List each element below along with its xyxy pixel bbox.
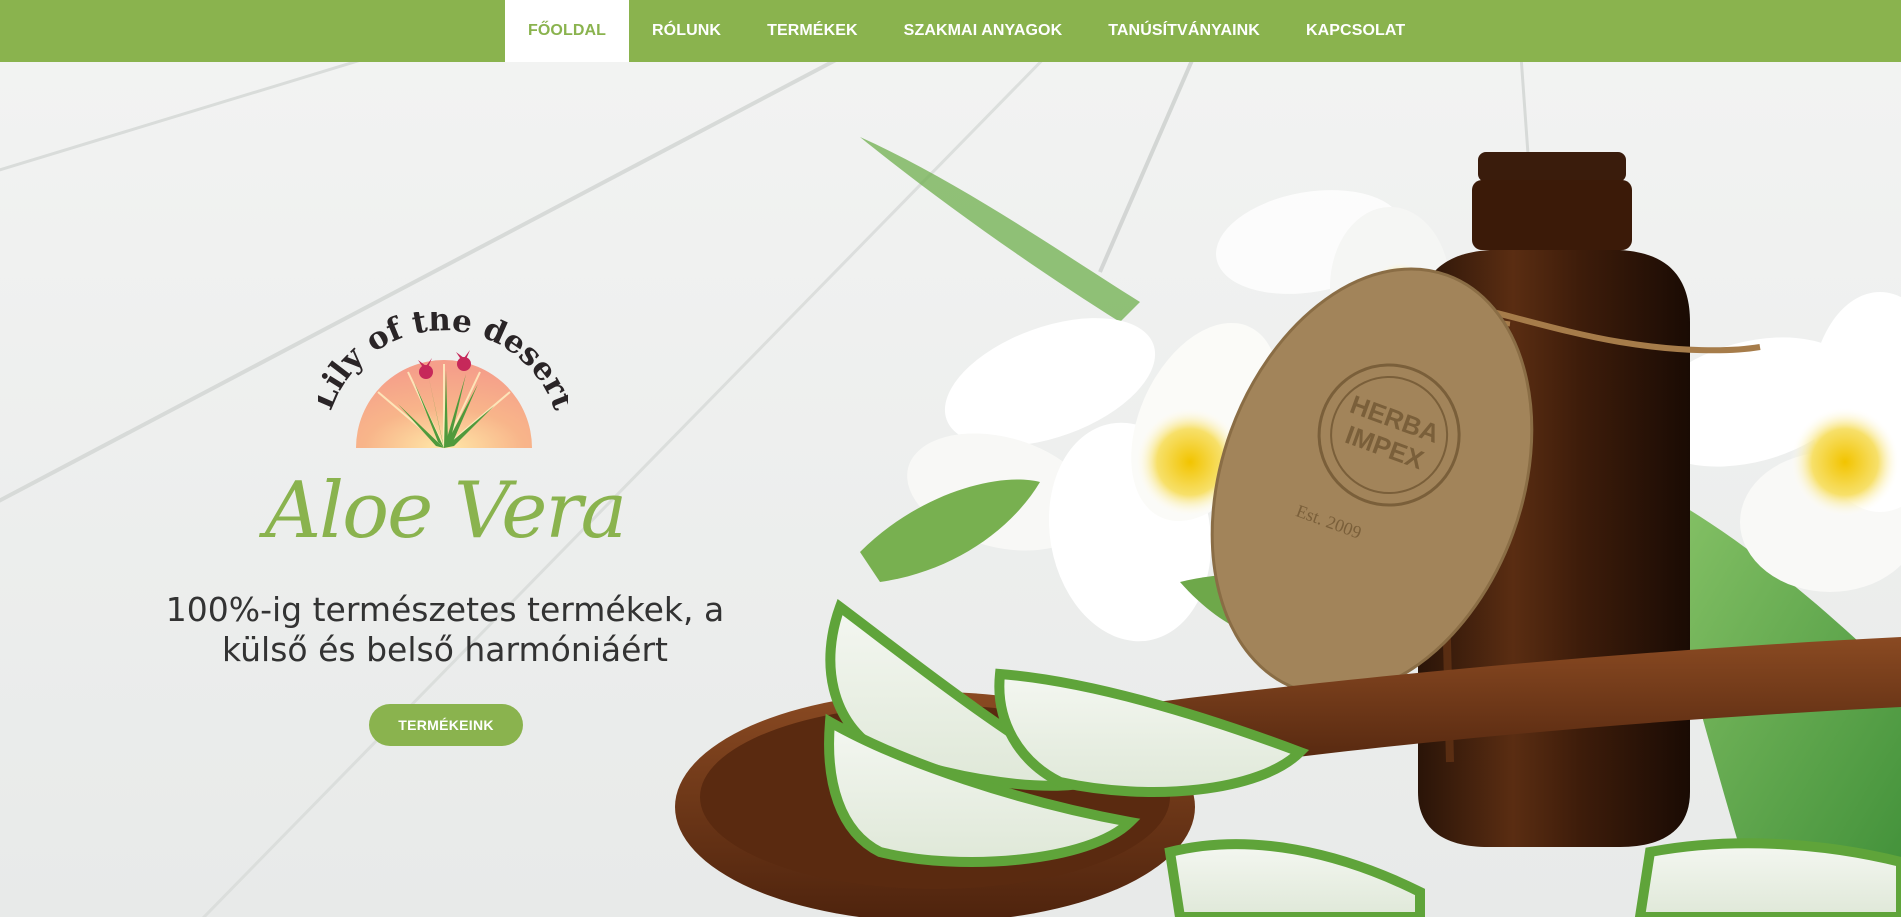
nav-item-about[interactable]: RÓLUNK: [629, 0, 744, 62]
hero-headline: Aloe Vera: [264, 466, 627, 556]
nav-item-contact[interactable]: KAPCSOLAT: [1283, 0, 1428, 62]
top-navigation: FŐOLDAL RÓLUNK TERMÉKEK SZAKMAI ANYAGOK …: [0, 0, 1901, 62]
nav-item-certificates[interactable]: TANÚSÍTVÁNYAINK: [1085, 0, 1283, 62]
products-cta-button[interactable]: TERMÉKEINK: [369, 704, 523, 746]
brand-logo[interactable]: Lily of the desert: [305, 302, 582, 452]
hero-tagline: 100%-ig természetes termékek, a külső és…: [150, 590, 740, 670]
aloe-sunrise-logo-icon: Lily of the desert: [305, 302, 582, 449]
nav-item-professional-materials[interactable]: SZAKMAI ANYAGOK: [881, 0, 1086, 62]
nav-item-home[interactable]: FŐOLDAL: [505, 0, 630, 62]
hero-tagline-line-1: 100%-ig természetes termékek, a: [165, 590, 725, 629]
nav-item-products[interactable]: TERMÉKEK: [744, 0, 881, 62]
hero-section: HERBA IMPEX Est. 2009 ily of the dese Al…: [0, 62, 1901, 917]
hero-tagline-line-2: külső és belső harmóniáért: [222, 630, 668, 669]
nav-menu: FŐOLDAL RÓLUNK TERMÉKEK SZAKMAI ANYAGOK …: [505, 0, 1428, 62]
page: FŐOLDAL RÓLUNK TERMÉKEK SZAKMAI ANYAGOK …: [0, 0, 1901, 917]
